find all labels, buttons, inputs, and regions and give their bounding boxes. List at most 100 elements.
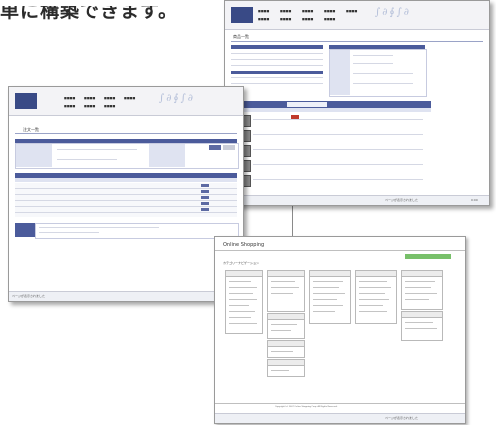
table-row[interactable] bbox=[15, 212, 237, 213]
table-row[interactable] bbox=[15, 200, 237, 201]
window-online-shopping: Online Shopping カテゴリーナビゲーション Copyright (… bbox=[214, 236, 466, 424]
category-link[interactable] bbox=[359, 293, 385, 294]
nav-item[interactable]: ■■■■ bbox=[302, 17, 313, 21]
category-link[interactable] bbox=[405, 293, 437, 294]
category-link[interactable] bbox=[359, 311, 387, 312]
category-link[interactable] bbox=[313, 293, 345, 294]
detail-button[interactable] bbox=[201, 202, 209, 205]
window-order-list: ■■■■ ■■■■ ■■■■ ■■■■ ■■■■ ■■■■ ■■■■ ∫∂∮∫∂… bbox=[8, 86, 244, 302]
table-row[interactable] bbox=[253, 119, 423, 120]
sale-badge bbox=[291, 115, 299, 119]
status-bar: ページが表示されました bbox=[9, 291, 243, 301]
search-field[interactable] bbox=[57, 159, 117, 160]
nav-item[interactable]: ■■■■ bbox=[280, 17, 291, 21]
category-link[interactable] bbox=[271, 281, 295, 282]
window-header: ■■■■ ■■■■ ■■■■ ■■■■ ■■■■ ■■■■ ■■■■ ■■■■ … bbox=[225, 1, 489, 30]
category-link[interactable] bbox=[229, 299, 257, 300]
category-link[interactable] bbox=[229, 287, 257, 288]
login-button[interactable] bbox=[405, 254, 451, 259]
nav-item[interactable]: ■■■■ bbox=[64, 96, 75, 100]
category-link[interactable] bbox=[405, 322, 433, 323]
category-header bbox=[310, 271, 350, 277]
table-row[interactable] bbox=[253, 149, 423, 150]
category-header bbox=[226, 271, 262, 277]
nav-item[interactable]: ■■■■ bbox=[302, 9, 313, 13]
detail-button[interactable] bbox=[201, 190, 209, 193]
nav-item[interactable]: ■■■■ bbox=[280, 9, 291, 13]
category-link[interactable] bbox=[229, 317, 251, 318]
nav-item[interactable]: ■■■■ bbox=[324, 9, 335, 13]
category-link[interactable] bbox=[405, 287, 431, 288]
category-link[interactable] bbox=[229, 281, 251, 282]
form-row bbox=[231, 65, 323, 66]
category-link[interactable] bbox=[229, 305, 249, 306]
category-link[interactable] bbox=[271, 330, 291, 331]
table-row[interactable] bbox=[15, 188, 237, 189]
table-row[interactable] bbox=[253, 179, 423, 180]
category-box bbox=[267, 340, 305, 358]
detail-button[interactable] bbox=[201, 184, 209, 187]
category-box bbox=[401, 311, 443, 341]
category-link[interactable] bbox=[271, 351, 293, 352]
category-link[interactable] bbox=[359, 299, 389, 300]
category-link[interactable] bbox=[405, 281, 435, 282]
logo bbox=[231, 7, 253, 23]
table-row[interactable] bbox=[15, 194, 237, 195]
category-link[interactable] bbox=[359, 287, 391, 288]
category-link[interactable] bbox=[359, 305, 383, 306]
nav-item[interactable]: ■■■■ bbox=[258, 17, 269, 21]
detail-row bbox=[353, 83, 413, 84]
category-link[interactable] bbox=[229, 293, 253, 294]
table-row[interactable] bbox=[253, 164, 423, 165]
search-field[interactable] bbox=[57, 149, 137, 150]
category-link[interactable] bbox=[313, 281, 343, 282]
category-header bbox=[356, 271, 396, 277]
category-box bbox=[401, 270, 443, 310]
detail-button[interactable] bbox=[201, 196, 209, 199]
nav-item[interactable]: ■■■■ bbox=[258, 9, 269, 13]
copyright: Copyright (c) 2007 Online Shopping Corp.… bbox=[275, 406, 338, 408]
nav-item[interactable]: ■■■■ bbox=[346, 9, 357, 13]
category-link[interactable] bbox=[271, 287, 299, 288]
detail-row bbox=[353, 63, 393, 64]
nav-item[interactable]: ■■■■ bbox=[104, 96, 115, 100]
category-link[interactable] bbox=[313, 305, 343, 306]
category-link[interactable] bbox=[229, 323, 257, 324]
table-row[interactable] bbox=[253, 134, 423, 135]
category-link[interactable] bbox=[313, 299, 337, 300]
category-link[interactable] bbox=[271, 293, 293, 294]
table-row[interactable] bbox=[15, 206, 237, 207]
category-link[interactable] bbox=[313, 287, 339, 288]
nav-item[interactable]: ■■■■ bbox=[324, 17, 335, 21]
nav-item[interactable]: ■■■■ bbox=[84, 104, 95, 108]
nav-item[interactable]: ■■■■ bbox=[84, 96, 95, 100]
form-row bbox=[231, 53, 323, 54]
category-link[interactable] bbox=[229, 311, 255, 312]
detail-button[interactable] bbox=[201, 208, 209, 211]
category-box bbox=[355, 270, 397, 324]
category-link[interactable] bbox=[271, 324, 297, 325]
category-header bbox=[268, 271, 304, 277]
nav-item[interactable]: ■■■■ bbox=[64, 104, 75, 108]
status-bar: ページが表示されました bbox=[215, 413, 465, 423]
category-link[interactable] bbox=[271, 370, 289, 371]
category-link[interactable] bbox=[359, 281, 387, 282]
category-header bbox=[268, 341, 304, 347]
search-button[interactable] bbox=[287, 102, 327, 107]
clear-button[interactable] bbox=[223, 145, 235, 150]
category-box bbox=[309, 270, 351, 324]
notes-label bbox=[15, 223, 35, 237]
order-table-colheads bbox=[15, 178, 237, 182]
search-button[interactable] bbox=[209, 145, 221, 150]
status-text: ページが表示されました bbox=[12, 294, 45, 298]
category-link[interactable] bbox=[405, 328, 437, 329]
category-link[interactable] bbox=[313, 311, 335, 312]
status-text: ページが表示されました bbox=[385, 416, 418, 420]
nav-item[interactable]: ■■■■ bbox=[104, 104, 115, 108]
detail-row bbox=[353, 73, 413, 74]
category-header bbox=[402, 312, 442, 318]
category-link[interactable] bbox=[405, 299, 429, 300]
nav-item[interactable]: ■■■■ bbox=[124, 96, 135, 100]
window-header: ■■■■ ■■■■ ■■■■ ■■■■ ■■■■ ■■■■ ■■■■ ∫∂∮∫∂ bbox=[9, 87, 243, 116]
detail-row bbox=[353, 55, 393, 56]
